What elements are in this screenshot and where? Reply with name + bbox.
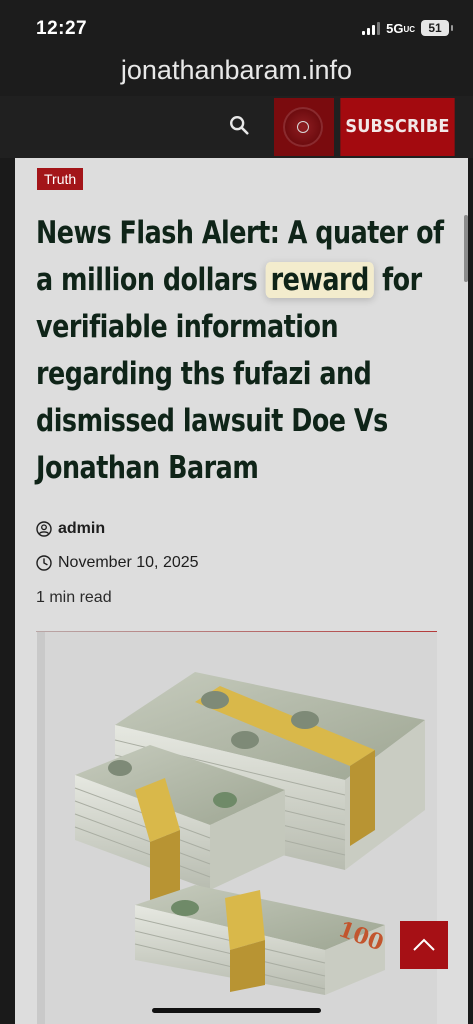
title-line: verifiable information [36, 309, 339, 345]
read-time: 1 min read [36, 589, 112, 606]
title-line: a million dollars reward for [36, 262, 422, 298]
back-to-top-button[interactable] [400, 921, 448, 969]
signal-icon [362, 21, 381, 35]
status-time: 12:27 [36, 18, 88, 39]
title-line: News Flash Alert: A quater of [36, 215, 444, 251]
subscribe-button[interactable]: SUBSCRIBE [340, 98, 455, 156]
date-meta: November 10, 2025 [36, 554, 199, 572]
author-name[interactable]: admin [58, 520, 105, 538]
site-header: SUBSCRIBE [0, 96, 473, 158]
highlighted-word: reward [265, 262, 374, 298]
search-button[interactable] [228, 114, 256, 142]
home-indicator[interactable] [152, 1008, 321, 1013]
network-label: 5GUC [386, 20, 415, 36]
scrollbar[interactable] [464, 215, 468, 282]
clock-icon [36, 555, 52, 571]
title-line: regarding ths fufazi and [36, 356, 372, 392]
chevron-up-icon [413, 938, 435, 951]
category-badge[interactable]: Truth [37, 168, 84, 190]
author-meta[interactable]: admin [36, 520, 105, 538]
title-line: dismissed lawsuit Doe Vs [36, 403, 388, 439]
browser-url-bar[interactable]: jonathanbaram.info [0, 50, 473, 96]
article-title: News Flash Alert: A quater of a million … [36, 210, 446, 492]
url-text[interactable]: jonathanbaram.info [121, 55, 352, 85]
title-line: Jonathan Baram [36, 450, 259, 486]
status-bar: 12:27 5GUC 51 [0, 0, 473, 50]
status-indicators: 5GUC 51 [362, 20, 453, 36]
user-icon [36, 521, 52, 537]
live-button[interactable] [274, 98, 334, 156]
search-icon [230, 116, 249, 135]
battery-icon: 51 [421, 20, 453, 36]
featured-image: 100 [74, 672, 425, 995]
publish-date: November 10, 2025 [58, 554, 199, 571]
